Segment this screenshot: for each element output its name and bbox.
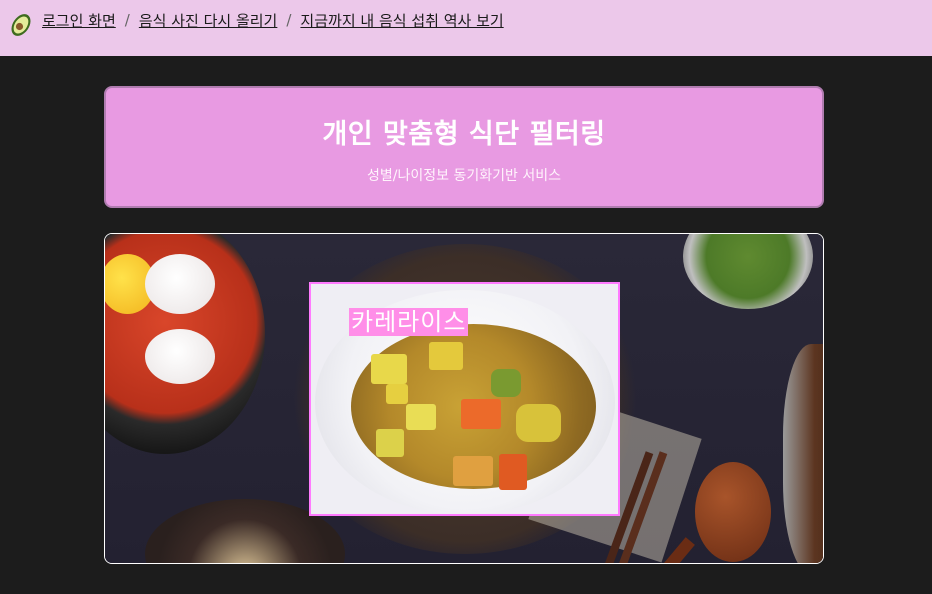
egg-image	[145, 329, 215, 384]
potato-chunk	[371, 354, 407, 384]
pepper-chunk	[491, 369, 521, 397]
tofu-chunk	[453, 456, 493, 486]
breadcrumb-separator: /	[286, 11, 292, 29]
potato-chunk	[429, 342, 463, 370]
detected-food-label: 카레라이스	[349, 308, 469, 336]
service-banner: 개인 맞춤형 식단 필터링 성별/나이정보 동기화기반 서비스	[104, 86, 824, 208]
breadcrumb-intake-history[interactable]: 지금까지 내 음식 섭취 역사 보기	[300, 10, 503, 31]
potato-chunk	[376, 429, 404, 457]
potato-chunk	[386, 384, 408, 404]
potato-chunk	[406, 404, 436, 430]
breadcrumb-login[interactable]: 로그인 화면	[42, 10, 116, 31]
carrot-chunk	[461, 399, 501, 429]
breadcrumb-reupload-photo[interactable]: 음식 사진 다시 올리기	[139, 10, 278, 31]
detected-food-box[interactable]: 카레라이스	[309, 282, 620, 516]
food-photo-panel: 카레라이스	[104, 233, 824, 564]
side-bowl-image	[783, 344, 823, 563]
carrot-chunk	[499, 454, 527, 490]
breadcrumb-separator: /	[124, 11, 130, 29]
avocado-icon	[11, 14, 31, 36]
page-subtitle: 성별/나이정보 동기화기반 서비스	[367, 168, 561, 184]
potato-chunk	[516, 404, 561, 442]
egg-image	[145, 254, 215, 314]
top-nav: 로그인 화면 / 음식 사진 다시 올리기 / 지금까지 내 음식 섭취 역사 …	[0, 0, 932, 56]
page-title: 개인 맞춤형 식단 필터링	[322, 119, 606, 150]
spoon-image	[695, 462, 771, 562]
